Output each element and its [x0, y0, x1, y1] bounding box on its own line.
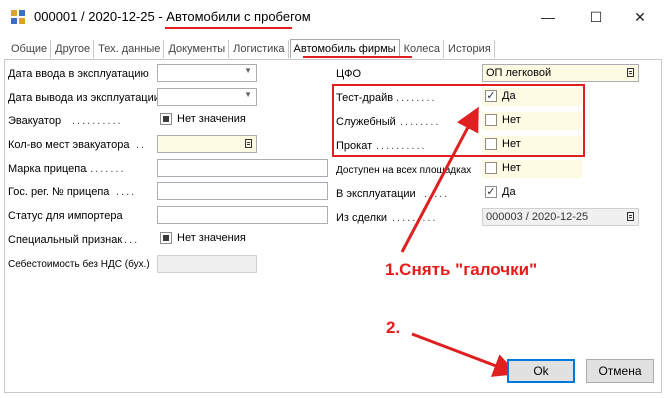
ok-button[interactable]: Ok	[507, 359, 575, 383]
annotation-arrows	[400, 106, 518, 377]
arrow-to-checkboxes	[400, 106, 479, 253]
cancel-button[interactable]: Отмена	[586, 359, 654, 383]
arrow-to-ok	[411, 332, 518, 377]
